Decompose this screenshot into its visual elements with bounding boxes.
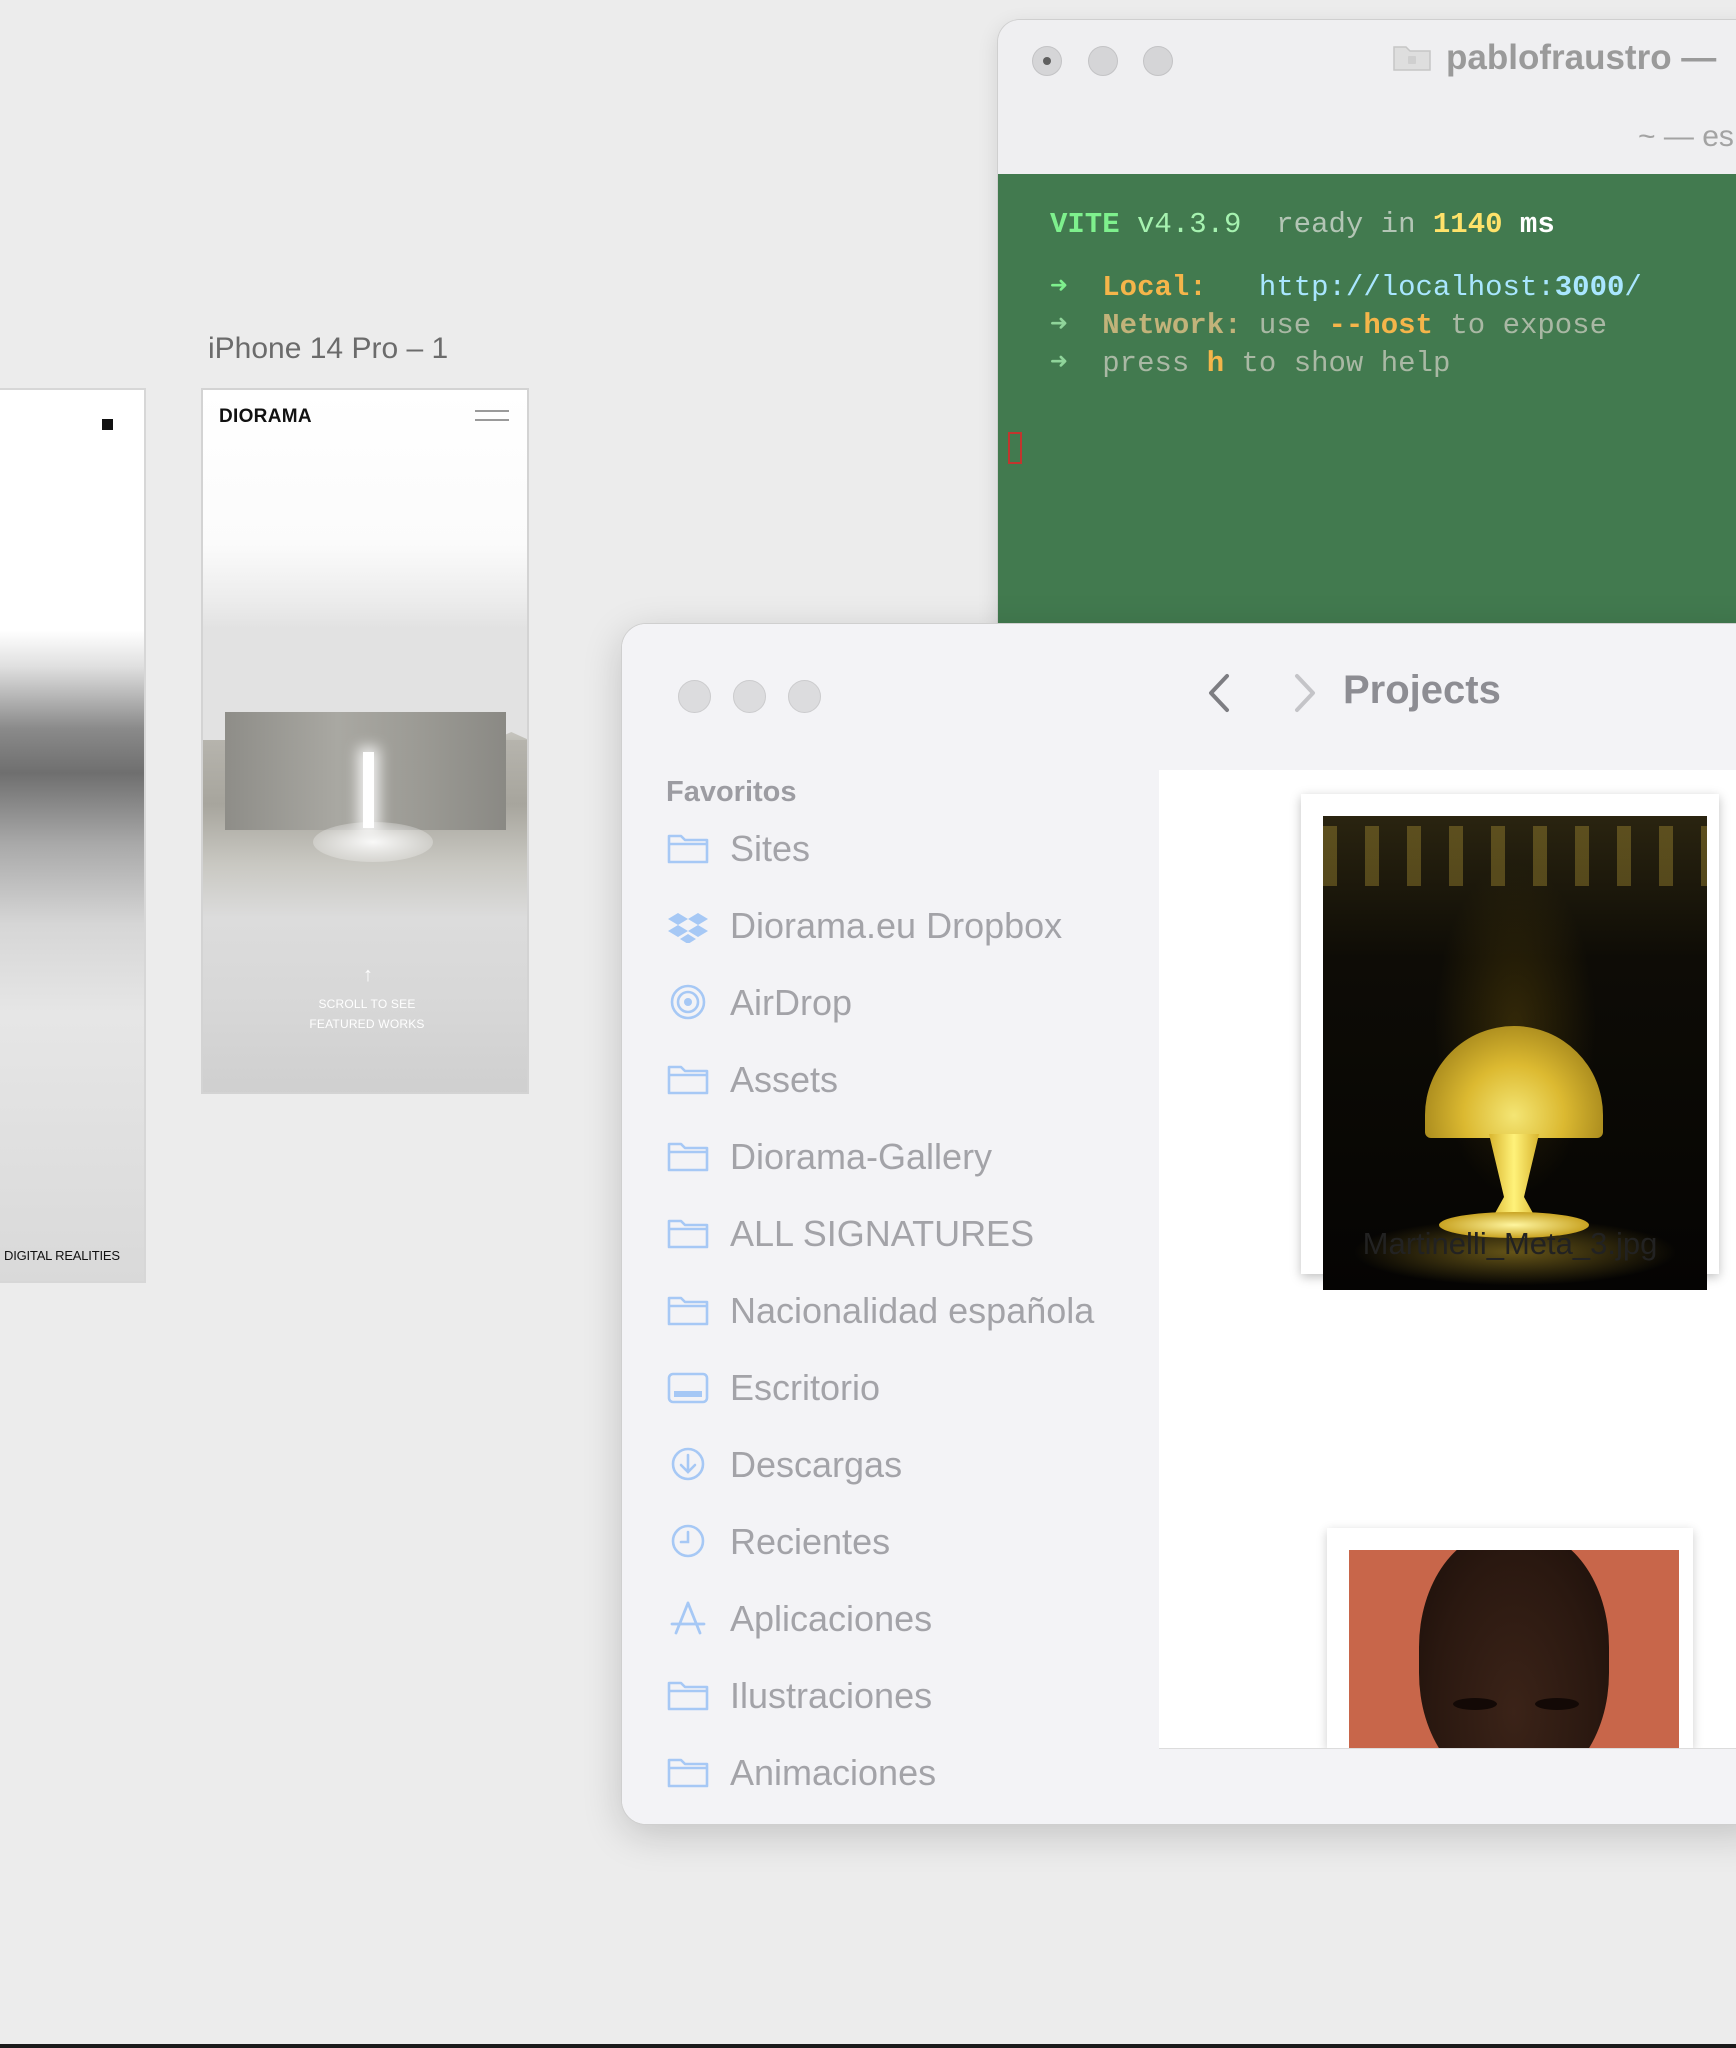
- eye-shape: [1453, 1698, 1497, 1710]
- terminal-output[interactable]: VITE v4.3.9 ready in 1140 ms ➜ Local: ht…: [998, 174, 1736, 640]
- terminal-title: pablofraustro —: [1392, 38, 1716, 78]
- scroll-hint-line1: SCROLL TO SEE: [318, 997, 416, 1011]
- arrow-up-icon: ↑: [363, 964, 373, 986]
- sidebar-item-label: Animaciones: [730, 1752, 937, 1793]
- sidebar-item[interactable]: Aplicaciones: [666, 1592, 1146, 1652]
- clock-icon: [671, 1524, 705, 1558]
- file-thumbnail[interactable]: [1327, 1528, 1693, 1748]
- sidebar-item-label: Assets: [730, 1059, 839, 1100]
- sidebar-item[interactable]: Escritorio: [666, 1361, 1146, 1421]
- back-chevron-icon[interactable]: [1201, 668, 1237, 718]
- folder-title: Projects: [1343, 668, 1501, 712]
- vite-ready-line: VITE v4.3.9 ready in 1140 ms: [1050, 208, 1555, 241]
- finder-sidebar[interactable]: Favoritos Sites Diorama.eu Dropbox AirDrop…: [622, 624, 1160, 1824]
- folder-icon: [667, 1219, 709, 1249]
- sidebar-item-label: Diorama-Gallery: [730, 1136, 993, 1177]
- sidebar-item[interactable]: AirDrop: [666, 976, 1146, 1036]
- file-name[interactable]: Martinelli_Meta_3.jpg: [1305, 1226, 1715, 1262]
- frame-label[interactable]: iPhone 14 Pro – 1: [208, 332, 448, 366]
- terminal-title-text: pablofraustro —: [1446, 38, 1717, 77]
- head-silhouette: [1419, 1550, 1609, 1748]
- folder-icon: [667, 834, 709, 864]
- local-url-link[interactable]: http://localhost:3000/: [1259, 271, 1642, 304]
- scroll-hint: SCROLL TO SEE FEATURED WORKS: [203, 994, 527, 1034]
- minimize-button[interactable]: [733, 680, 766, 713]
- finder-toolbar: Projects: [1159, 624, 1736, 771]
- sidebar-item-label: Descargas: [730, 1444, 903, 1485]
- folder-icon: [667, 1758, 709, 1788]
- terminal-window[interactable]: pablofraustro — ~ — es VITE v4.3.9 ready…: [998, 20, 1736, 640]
- folder-icon: [667, 1296, 709, 1326]
- applications-icon: [670, 1601, 706, 1635]
- sidebar-item-label: Diorama.eu Dropbox: [730, 905, 1063, 946]
- sidebar-item[interactable]: Diorama-Gallery: [666, 1130, 1146, 1190]
- zoom-button[interactable]: [788, 680, 821, 713]
- sidebar-item-label: Escritorio: [730, 1367, 881, 1408]
- scroll-hint-line2: FEATURED WORKS: [309, 1017, 425, 1031]
- minimize-button[interactable]: [1088, 46, 1118, 76]
- ceiling-lights-image: [1323, 826, 1707, 886]
- file-thumbnail[interactable]: [1301, 794, 1719, 1290]
- folder-icon: [667, 1065, 709, 1095]
- sidebar-item-label: Sites: [730, 828, 811, 869]
- sidebar-item-label: ALL SIGNATURES: [730, 1213, 1035, 1254]
- sidebar-item-label: Nacionalidad española: [730, 1290, 1095, 1331]
- lamp-shade-image: [1425, 1026, 1603, 1138]
- sidebar-item[interactable]: Nacionalidad española: [666, 1284, 1146, 1344]
- left-frame-preview[interactable]: DIGITAL REALITIES: [0, 388, 146, 1283]
- desktop-icon: [667, 1372, 709, 1404]
- sidebar-item[interactable]: Animaciones: [666, 1746, 1146, 1806]
- sidebar-item[interactable]: ALL SIGNATURES: [666, 1207, 1146, 1267]
- sidebar-item[interactable]: Recientes: [666, 1515, 1146, 1575]
- favorites-heading: Favoritos: [666, 776, 797, 808]
- screen-bottom-edge: [0, 2044, 1736, 2048]
- folder-icon: [667, 1681, 709, 1711]
- lamp-stem-image: [1489, 1134, 1539, 1224]
- portrait-image: [1349, 1550, 1679, 1748]
- airdrop-icon: [670, 984, 706, 1020]
- brand-logo-text: DIORAMA: [219, 406, 312, 427]
- sidebar-item[interactable]: Sites: [666, 822, 1146, 882]
- light-door-image: [363, 752, 374, 828]
- forward-chevron-icon[interactable]: [1287, 668, 1323, 718]
- close-button[interactable]: [678, 680, 711, 713]
- dropbox-icon: [668, 913, 708, 943]
- sidebar-item[interactable]: Diorama.eu Dropbox: [666, 899, 1146, 959]
- eye-shape: [1535, 1698, 1579, 1710]
- square-dot-icon: [102, 419, 113, 430]
- finder-content[interactable]: Martinelli_Meta_3.jpg: [1159, 770, 1736, 1748]
- sidebar-item-label: Aplicaciones: [730, 1598, 933, 1639]
- sidebar-item-label: AirDrop: [730, 982, 853, 1023]
- terminal-cursor: [1008, 432, 1022, 464]
- finder-window[interactable]: Favoritos Sites Diorama.eu Dropbox AirDrop…: [622, 624, 1736, 1824]
- lamp-image: [1323, 816, 1707, 1290]
- zoom-button[interactable]: [1143, 46, 1173, 76]
- folder-icon: [667, 1142, 709, 1172]
- network-line: ➜ Network: use --host to expose: [1050, 309, 1607, 342]
- folder-icon: [1393, 46, 1431, 71]
- iphone-frame-preview[interactable]: DIORAMA ↑ SCROLL TO SEE FEATURED WORKS: [201, 388, 529, 1094]
- light-glow: [313, 822, 433, 862]
- sidebar-item-label: Ilustraciones: [730, 1675, 933, 1716]
- left-frame-tagline: DIGITAL REALITIES: [4, 1248, 120, 1263]
- local-url-line: ➜ Local: http://localhost:3000/: [1050, 271, 1642, 304]
- download-icon: [671, 1447, 705, 1481]
- hamburger-menu-icon[interactable]: [475, 410, 509, 424]
- finder-statusbar: [1159, 1748, 1736, 1824]
- help-line: ➜ press h to show help: [1050, 347, 1451, 380]
- terminal-titlebar[interactable]: pablofraustro — ~ — es: [998, 20, 1736, 175]
- close-button[interactable]: [1032, 46, 1062, 76]
- sidebar-item[interactable]: Assets: [666, 1053, 1146, 1113]
- sidebar-item[interactable]: Descargas: [666, 1438, 1146, 1498]
- terminal-subtitle: ~ — es: [1638, 120, 1734, 153]
- sidebar-item[interactable]: Ilustraciones: [666, 1669, 1146, 1729]
- sidebar-item-label: Recientes: [730, 1521, 891, 1562]
